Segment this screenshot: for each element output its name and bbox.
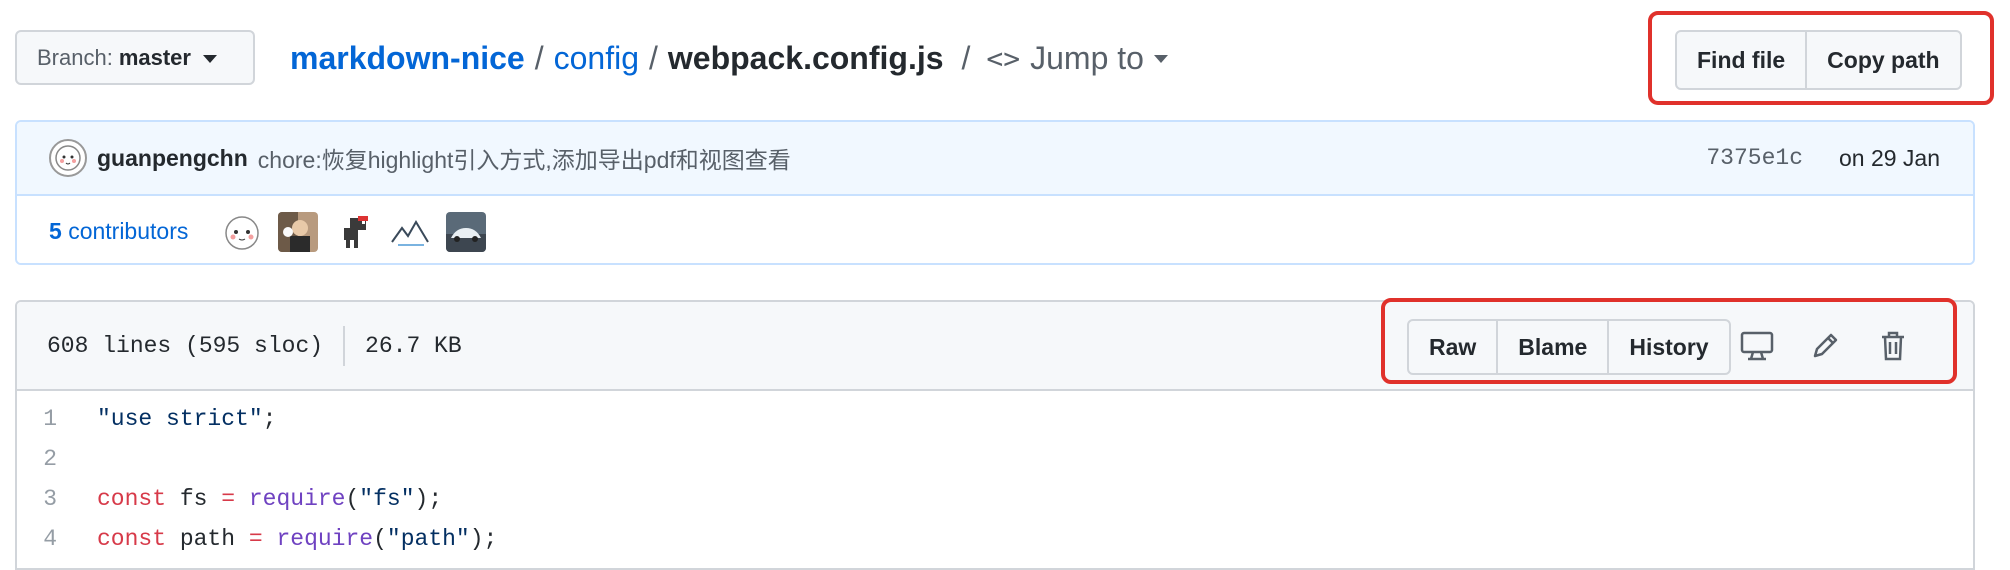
code-token: const (97, 486, 167, 512)
contributors-count: 5 (49, 218, 62, 244)
code-line-content: const path = require("path"); (97, 526, 497, 552)
file-size: 26.7 KB (365, 332, 462, 359)
header-divider (343, 325, 346, 366)
code-token: "fs" (359, 486, 415, 512)
line-number[interactable]: 1 (17, 406, 97, 432)
breadcrumb-separator: / (649, 39, 658, 76)
code-line: 2 (17, 439, 1973, 479)
code-token: = (221, 486, 236, 512)
code-line-content: const fs = require("fs"); (97, 486, 442, 512)
breadcrumb-repo-link[interactable]: markdown-nice (290, 40, 525, 77)
code-token: "path" (386, 526, 470, 552)
avatar-mountains[interactable] (390, 211, 431, 252)
highlight-annotation-box (1648, 11, 1994, 105)
code-token: const (97, 526, 167, 552)
breadcrumb: markdown-nice / config / webpack.config.… (290, 36, 1168, 80)
commit-message-link[interactable]: chore:恢复highlight引入方式,添加导出pdf和视图查看 (258, 141, 791, 175)
breadcrumb-folder-link[interactable]: config (554, 40, 639, 77)
code-token: ); (414, 486, 443, 512)
branch-label: Branch: (37, 44, 113, 70)
breadcrumb-separator: / (534, 39, 544, 76)
caret-down-icon (202, 54, 217, 63)
code-line: 4 const path = require("path"); (17, 519, 1973, 559)
code-token: require (248, 486, 346, 512)
line-number[interactable]: 3 (17, 486, 97, 512)
commit-date: on 29 Jan (1838, 144, 1940, 171)
jump-to-label: Jump to (1030, 39, 1144, 76)
jump-to-menu[interactable]: <> Jump to (986, 40, 1168, 77)
author-avatar[interactable] (49, 139, 87, 177)
breadcrumb-separator: / (961, 39, 971, 76)
highlight-annotation-box (1381, 298, 1957, 384)
caret-down-icon (1153, 55, 1168, 63)
code-token: fs (166, 486, 222, 512)
breadcrumb-file-name: webpack.config.js (667, 39, 944, 76)
file-line-count: 608 lines (595 sloc) (47, 332, 324, 359)
avatar-car[interactable] (446, 211, 487, 252)
branch-selector[interactable]: Branch: master (15, 30, 255, 85)
contributors-label: contributors (68, 218, 189, 244)
code-token: require (276, 526, 374, 552)
code-token: ; (262, 406, 277, 432)
code-token: "use strict" (97, 406, 263, 432)
code-token: = (248, 526, 263, 552)
commit-info-box: guanpengchn chore:恢复highlight引入方式,添加导出pd… (15, 120, 1975, 265)
commit-sha-link[interactable]: 7375e1c (1706, 145, 1803, 171)
branch-value: master (118, 44, 191, 70)
file-view-page: Branch: master markdown-nice / config / … (0, 0, 1994, 570)
code-token: path (166, 526, 249, 552)
avatar-dinosaur[interactable] (334, 211, 375, 252)
code-icon: <> (986, 41, 1021, 75)
code-token: ( (345, 486, 360, 512)
latest-commit-row: guanpengchn chore:恢复highlight引入方式,添加导出pd… (17, 122, 1973, 196)
contributors-row: 5 contributors (17, 196, 1973, 263)
code-line: 3 const fs = require("fs"); (17, 479, 1973, 519)
commit-author-link[interactable]: guanpengchn (97, 145, 248, 172)
line-number[interactable]: 2 (17, 446, 97, 472)
code-token: ( (373, 526, 387, 552)
code-line: 1 "use strict"; (17, 399, 1973, 439)
code-token: ); (469, 526, 498, 552)
code-line-content: "use strict"; (97, 406, 276, 432)
avatar-sketch-face[interactable] (222, 212, 262, 252)
line-number[interactable]: 4 (17, 526, 97, 552)
contributors-link[interactable]: 5 contributors (49, 218, 188, 245)
avatar-photo-person[interactable] (278, 211, 319, 252)
code-view: 1 "use strict"; 2 3 const fs = require("fs")… (17, 391, 1973, 559)
